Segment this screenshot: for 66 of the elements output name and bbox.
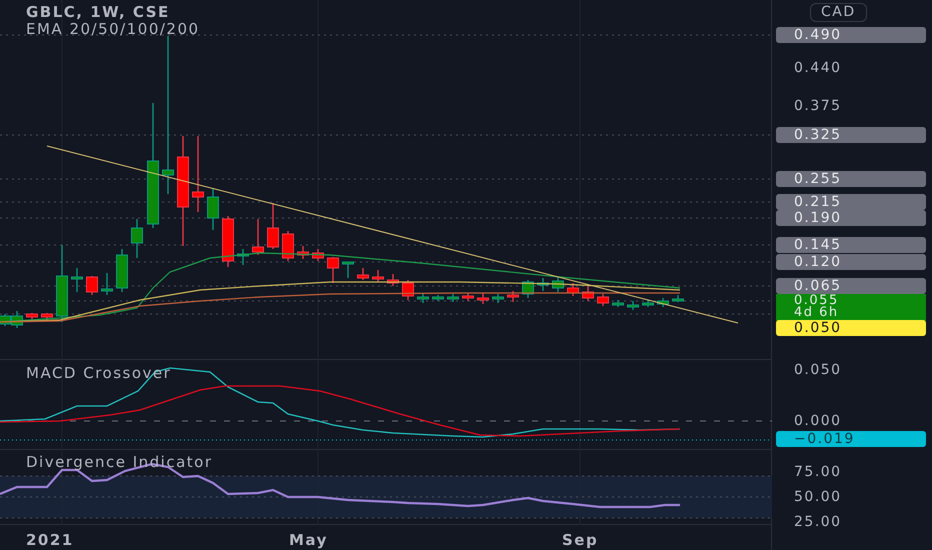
candlestick — [252, 219, 264, 255]
candlestick — [627, 301, 639, 310]
value-label: −0.019 — [776, 431, 926, 447]
candlestick — [312, 249, 324, 261]
candlestick — [372, 270, 384, 282]
time-label: 2021 — [26, 530, 74, 550]
currency-button[interactable]: CAD — [810, 3, 867, 22]
candlestick — [86, 276, 98, 295]
candlestick — [26, 313, 38, 320]
price-tick: 0.440 — [793, 60, 843, 76]
time-label: Sep — [562, 530, 598, 550]
price-label: 0.215 — [776, 194, 926, 210]
candlestick — [282, 231, 294, 261]
candlestick — [612, 300, 624, 307]
candlestick — [327, 257, 339, 283]
price-label: 0.325 — [776, 127, 926, 143]
price-label: 0.190 — [776, 210, 926, 226]
price-label: 0.050 — [776, 320, 926, 336]
candlestick — [342, 262, 354, 278]
candlestick — [11, 311, 23, 328]
candlestick — [642, 300, 654, 307]
candlestick — [552, 277, 564, 292]
candlestick — [537, 278, 549, 291]
time-label: May — [289, 530, 328, 550]
candlestick — [522, 280, 534, 298]
candlestick — [71, 268, 83, 292]
candlestick — [582, 286, 594, 301]
candlestick — [432, 295, 444, 301]
pane-title: Divergence Indicator — [26, 455, 213, 470]
candlestick — [492, 294, 504, 303]
candlestick — [447, 294, 459, 302]
candlestick — [101, 273, 113, 295]
candlestick — [237, 249, 249, 265]
price-label: 0.490 — [776, 27, 926, 43]
price-tick: 75.00 — [793, 464, 843, 480]
price-label: 0.145 — [776, 237, 926, 253]
candlestick — [131, 219, 143, 258]
last-price-label: 0.055 4d 6h — [776, 294, 926, 321]
price-tick: 50.00 — [793, 489, 843, 505]
candlestick — [207, 188, 219, 230]
price-tick: 0.375 — [793, 98, 843, 114]
price-tick: 0.000 — [793, 413, 843, 429]
candlestick — [402, 280, 414, 300]
candlestick — [657, 298, 669, 307]
price-label: 0.065 — [776, 278, 926, 294]
price-tick: 25.00 — [793, 514, 843, 530]
candlestick — [507, 291, 519, 302]
candlestick — [0, 314, 11, 326]
candlestick — [597, 294, 609, 306]
candlestick — [567, 283, 579, 296]
price-tick: 0.050 — [793, 362, 843, 378]
candlestick — [387, 274, 399, 286]
price-label: 0.120 — [776, 254, 926, 270]
symbol-title: GBLC, 1W, CSE — [26, 5, 170, 20]
candlestick — [477, 293, 489, 304]
candlestick — [672, 295, 684, 302]
candlestick — [222, 216, 234, 267]
candlestick — [357, 268, 369, 280]
indicator-legend: EMA 20/50/100/200 — [26, 22, 200, 37]
candlestick — [297, 246, 309, 259]
price-label: 0.255 — [776, 171, 926, 187]
candlestick — [462, 293, 474, 301]
candlestick — [116, 249, 128, 292]
candlestick — [267, 203, 279, 249]
candlestick — [417, 293, 429, 303]
candlestick — [41, 313, 53, 321]
